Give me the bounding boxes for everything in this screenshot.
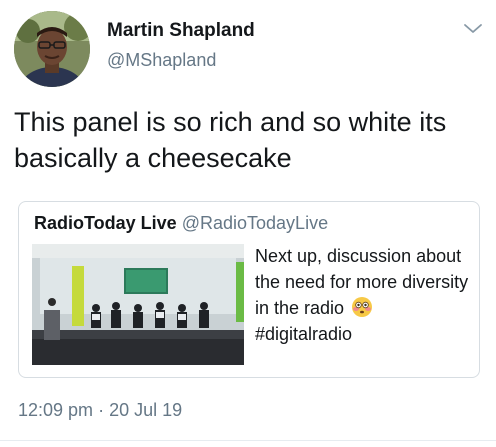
- quoted-tweet-header: RadioToday Live @RadioTodayLive: [34, 213, 328, 234]
- hashtag-link[interactable]: #digitalradio: [255, 324, 352, 344]
- quoted-author-name: RadioToday Live: [34, 213, 177, 233]
- author-display-name[interactable]: Martin Shapland: [107, 20, 255, 42]
- meta-separator: ·: [98, 400, 105, 420]
- person-avatar-icon: [14, 11, 90, 87]
- author-avatar[interactable]: [14, 11, 90, 87]
- tweet-text: This panel is so rich and so white its b…: [14, 107, 447, 173]
- quoted-author-handle: @RadioTodayLive: [181, 213, 329, 233]
- panel-discussion-photo-icon: [32, 244, 244, 365]
- chevron-down-icon[interactable]: [461, 20, 485, 38]
- author-handle[interactable]: @MShapland: [107, 50, 216, 71]
- quoted-tweet[interactable]: RadioToday Live @RadioTodayLive Next up,…: [18, 201, 480, 378]
- tweet-date: 20 Jul 19: [109, 400, 183, 420]
- tweet-time: 12:09 pm: [18, 400, 94, 420]
- quoted-tweet-text: Next up, discussion about the need for m…: [255, 243, 473, 347]
- divider: [0, 440, 496, 441]
- quoted-tweet-image[interactable]: [32, 244, 244, 365]
- tweet-card: Martin Shapland @MShapland This panel is…: [0, 0, 496, 447]
- tweet-timestamp[interactable]: 12:09 pm · 20 Jul 19: [18, 400, 182, 421]
- flushed-face-icon: [351, 296, 373, 318]
